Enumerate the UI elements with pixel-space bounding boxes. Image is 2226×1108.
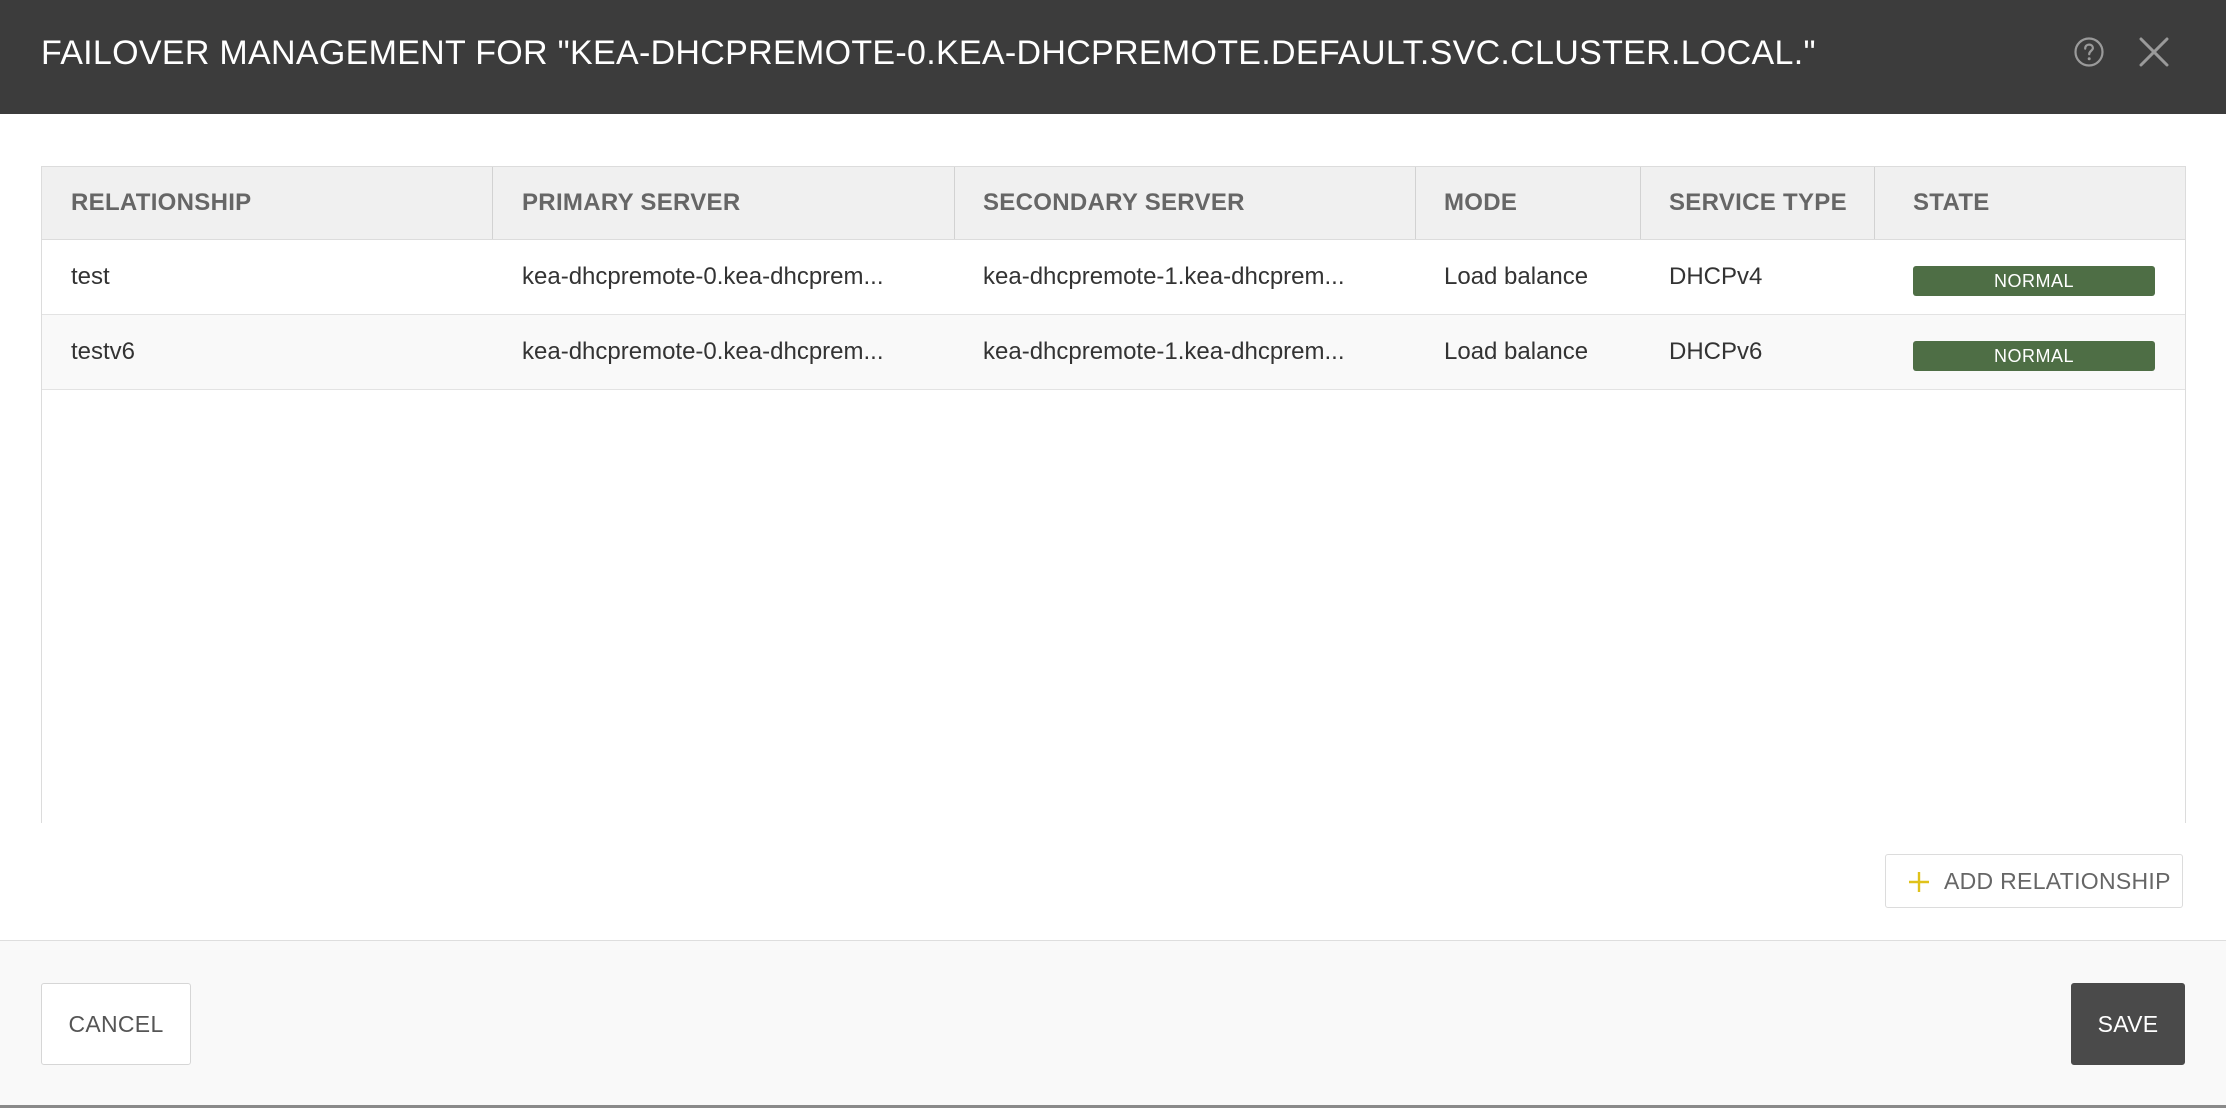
close-icon[interactable] bbox=[2137, 35, 2171, 69]
column-header-mode[interactable]: MODE bbox=[1415, 167, 1640, 239]
cell-secondary-server: kea-dhcpremote-1.kea-dhcprem... bbox=[983, 263, 1345, 290]
state-badge: NORMAL bbox=[1913, 341, 2155, 371]
save-button[interactable]: SAVE bbox=[2071, 983, 2185, 1065]
cancel-button[interactable]: CANCEL bbox=[41, 983, 191, 1065]
help-circle-icon[interactable] bbox=[2073, 36, 2105, 68]
column-header-service-type[interactable]: SERVICE TYPE bbox=[1640, 167, 1874, 239]
cell-service-type: DHCPv6 bbox=[1669, 338, 1763, 365]
dialog-title: FAILOVER MANAGEMENT FOR "KEA-DHCPREMOTE-… bbox=[41, 34, 1816, 72]
column-header-primary-server[interactable]: PRIMARY SERVER bbox=[493, 167, 954, 239]
cell-primary-server: kea-dhcpremote-0.kea-dhcprem... bbox=[522, 338, 884, 365]
column-header-relationship[interactable]: RELATIONSHIP bbox=[42, 167, 493, 239]
add-relationship-label: ADD RELATIONSHIP bbox=[1944, 868, 2171, 894]
plus-icon bbox=[1909, 872, 1929, 892]
column-header-state[interactable]: STATE bbox=[1874, 167, 2185, 239]
dialog-footer: CANCEL SAVE bbox=[0, 940, 2226, 1108]
cell-secondary-server: kea-dhcpremote-1.kea-dhcprem... bbox=[983, 338, 1345, 365]
cell-relationship: testv6 bbox=[71, 338, 136, 365]
table-header: RELATIONSHIP PRIMARY SERVER SECONDARY SE… bbox=[42, 167, 2185, 240]
dialog-header: FAILOVER MANAGEMENT FOR "KEA-DHCPREMOTE-… bbox=[0, 0, 2226, 114]
cell-mode: Load balance bbox=[1444, 338, 1589, 365]
failover-relationships-table: RELATIONSHIP PRIMARY SERVER SECONDARY SE… bbox=[41, 166, 2186, 823]
table-row[interactable]: test kea-dhcpremote-0.kea-dhcprem... kea… bbox=[42, 240, 2185, 315]
cell-primary-server: kea-dhcpremote-0.kea-dhcprem... bbox=[522, 263, 884, 290]
failover-management-dialog: FAILOVER MANAGEMENT FOR "KEA-DHCPREMOTE-… bbox=[0, 0, 2226, 1108]
column-header-secondary-server[interactable]: SECONDARY SERVER bbox=[954, 167, 1415, 239]
state-badge: NORMAL bbox=[1913, 266, 2155, 296]
cell-service-type: DHCPv4 bbox=[1669, 263, 1763, 290]
table-row[interactable]: testv6 kea-dhcpremote-0.kea-dhcprem... k… bbox=[42, 315, 2185, 390]
cell-mode: Load balance bbox=[1444, 263, 1589, 290]
cell-relationship: test bbox=[71, 263, 110, 290]
add-relationship-button[interactable]: ADD RELATIONSHIP bbox=[1885, 854, 2183, 908]
